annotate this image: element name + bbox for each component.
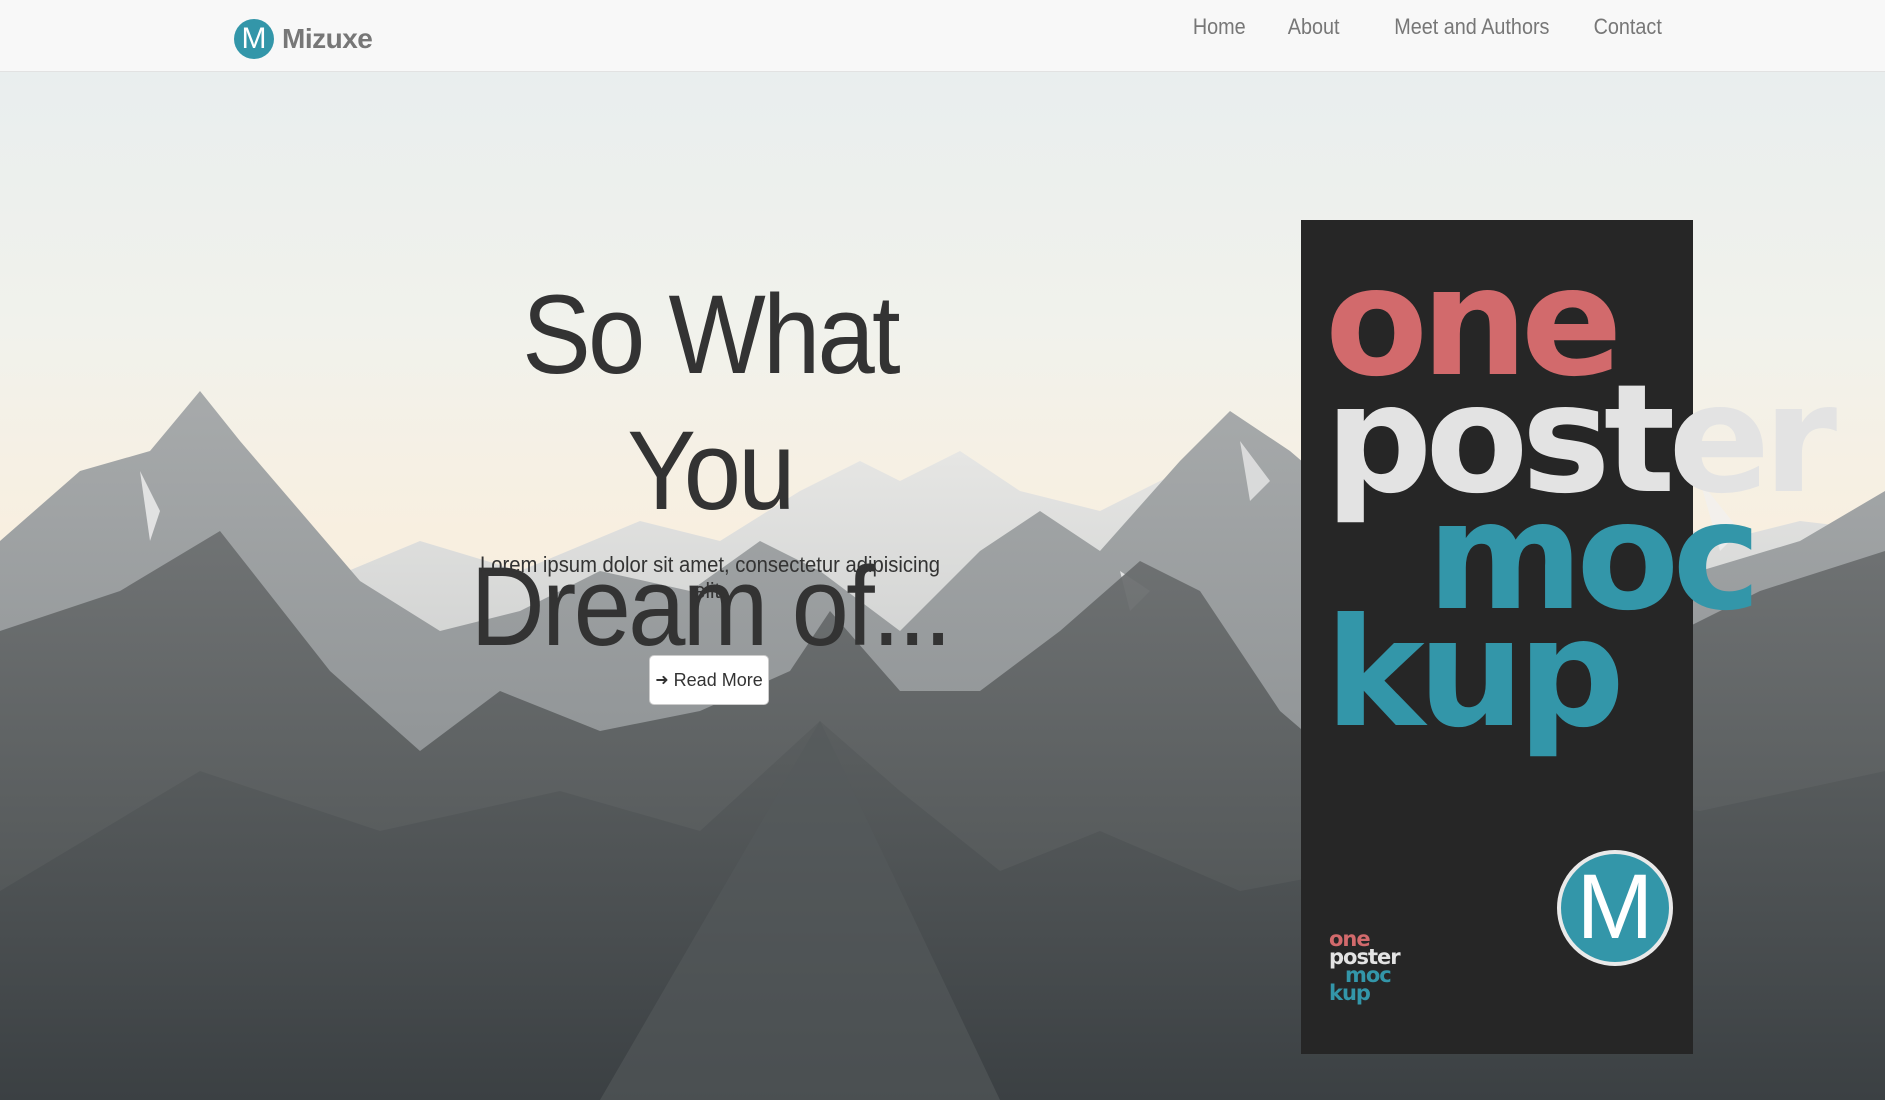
- nav-links: Home About Meet and Authors Contact: [1150, 0, 1662, 54]
- navbar: M Mizuxe Home About Meet and Authors Con…: [0, 0, 1885, 72]
- hero-section: So What You Dream of... Lorem ipsum dolo…: [0, 71, 1885, 1100]
- hero-title: So What You Dream of...: [462, 267, 959, 675]
- brand-link[interactable]: M Mizuxe: [234, 11, 373, 67]
- read-more-label: Read More: [673, 669, 763, 690]
- nav-link-about[interactable]: About: [1288, 14, 1340, 40]
- poster-mockup-image: one poster moc kup one poster moc kup M: [1301, 220, 1837, 1054]
- poster-small-wordmark: one poster moc kup: [1329, 929, 1401, 1004]
- brand-name: Mizuxe: [282, 23, 373, 54]
- nav-link-authors[interactable]: Meet and Authors: [1394, 14, 1549, 40]
- poster-word-kup: kup: [1325, 587, 1625, 761]
- arrow-right-icon: ➜: [655, 672, 669, 689]
- hero-subtitle: Lorem ipsum dolor sit amet, consectetur …: [479, 552, 941, 603]
- nav-link-home[interactable]: Home: [1192, 14, 1245, 40]
- read-more-button[interactable]: ➜ Read More: [649, 655, 769, 705]
- nav-link-contact[interactable]: Contact: [1594, 14, 1662, 40]
- poster-logo-icon: M: [1557, 850, 1673, 966]
- brand-logo-icon: M: [234, 19, 274, 59]
- hero-title-line: So What You: [522, 272, 901, 533]
